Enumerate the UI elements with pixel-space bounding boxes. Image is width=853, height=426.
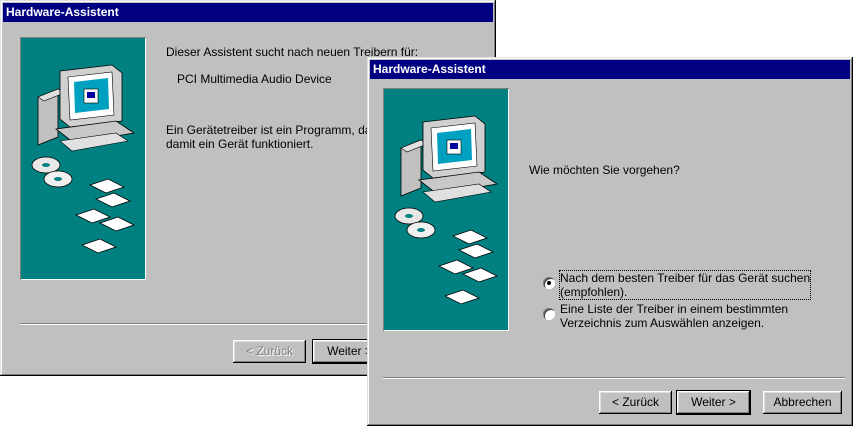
back-window-titlebar[interactable]: Hardware-Assistent [3,3,493,22]
front-back-button-label: < Zurück [611,395,659,409]
front-next-button[interactable]: Weiter > [676,390,751,415]
option2-line2: Verzeichnis zum Auswählen anzeigen. [560,316,765,330]
radio-driver-list-label[interactable]: Eine Liste der Treiber in einem bestimmt… [560,302,788,330]
back-illustration-panel [20,37,146,280]
back-desc-line1: Ein Gerätetreiber ist ein Programm, das … [166,123,397,137]
option2-line1: Eine Liste der Treiber in einem bestimmt… [560,302,789,316]
question-text: Wie möchten Sie vorgehen? [529,163,680,177]
front-window-titlebar[interactable]: Hardware-Assistent [370,60,850,79]
back-window-title: Hardware-Assistent [6,5,119,19]
front-next-button-label: Weiter > [691,395,736,409]
option1-line1: Nach dem besten Treiber für das Gerät su… [560,271,811,285]
radio-best-driver-label[interactable]: Nach dem besten Treiber für das Gerät su… [558,270,812,300]
wizard-illustration-icon [394,115,499,305]
radio-best-driver[interactable] [543,277,555,289]
option1-line2: (empfohlen). [560,285,628,299]
back-device-name: PCI Multimedia Audio Device [177,72,332,86]
cancel-button[interactable]: Abbrechen [763,391,842,414]
front-wizard-window: Hardware-Assistent Wie möchten Sie vorge… [367,57,853,426]
back-window-back-button[interactable]: < Zurück [233,340,306,363]
cancel-button-label: Abbrechen [773,395,832,409]
front-back-button[interactable]: < Zurück [599,391,672,414]
wizard-illustration-icon [31,64,136,254]
radio-driver-list[interactable] [543,308,555,320]
front-illustration-panel [383,88,509,331]
radio-selected-dot [547,281,551,285]
front-separator [383,377,845,379]
front-window-title: Hardware-Assistent [373,62,486,76]
back-desc-line2: damit ein Gerät funktioniert. [166,137,314,151]
